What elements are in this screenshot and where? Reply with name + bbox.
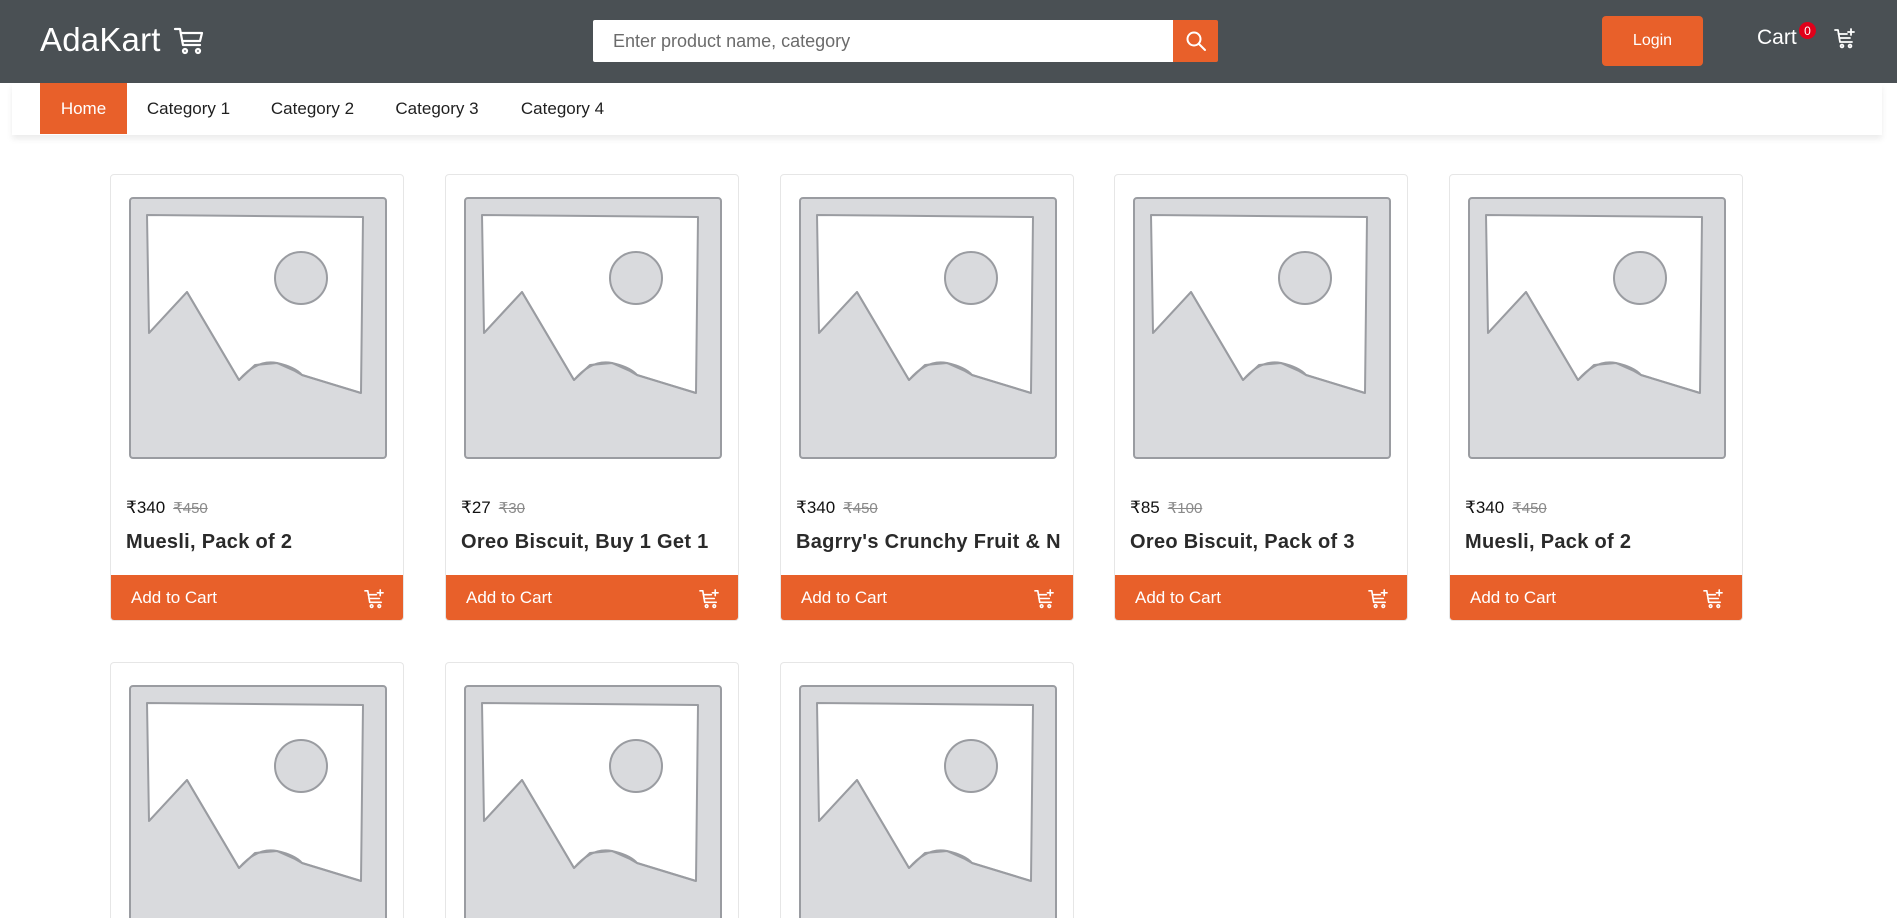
tab-category-2[interactable]: Category 2: [250, 83, 375, 134]
current-price: ₹340: [126, 498, 166, 517]
image-placeholder-icon: [1131, 195, 1393, 461]
original-price: ₹450: [1512, 500, 1547, 517]
product-card[interactable]: [445, 662, 739, 918]
product-price: ₹340 ₹450: [1465, 498, 1547, 518]
current-price: ₹340: [796, 498, 836, 517]
product-price: ₹340 ₹450: [126, 498, 208, 518]
image-placeholder-icon: [1466, 195, 1728, 461]
add-to-cart-label: Add to Cart: [801, 588, 887, 607]
current-price: ₹85: [1130, 498, 1160, 517]
tab-category-3[interactable]: Category 3: [375, 83, 499, 134]
add-to-cart-button[interactable]: Add to Cart: [111, 575, 403, 620]
add-to-cart-label: Add to Cart: [1470, 588, 1556, 607]
image-placeholder-icon: [797, 683, 1059, 918]
cart-button[interactable]: Cart 0: [1757, 22, 1856, 50]
tab-home[interactable]: Home: [40, 83, 127, 134]
image-placeholder-icon: [462, 195, 724, 461]
product-card[interactable]: ₹27 ₹30 Oreo Biscuit, Buy 1 Get 1 Add to …: [445, 174, 739, 621]
cart-plus-icon: [1368, 588, 1389, 609]
add-to-cart-button[interactable]: Add to Cart: [446, 575, 738, 620]
product-name[interactable]: Muesli, Pack of 2: [1465, 531, 1735, 554]
product-card[interactable]: [780, 662, 1074, 918]
search-bar: [593, 20, 1218, 62]
tab-category-1[interactable]: Category 1: [127, 83, 250, 134]
product-card[interactable]: ₹340 ₹450 Muesli, Pack of 2 Add to Cart: [110, 174, 404, 621]
product-name[interactable]: Oreo Biscuit, Pack of 3: [1130, 531, 1400, 554]
current-price: ₹27: [461, 498, 491, 517]
original-price: ₹450: [173, 500, 208, 517]
cart-plus-icon: [1703, 588, 1724, 609]
current-price: ₹340: [1465, 498, 1505, 517]
product-name[interactable]: Bagrry's Crunchy Fruit & N: [796, 531, 1066, 554]
tab-category-4[interactable]: Category 4: [499, 83, 626, 134]
original-price: ₹100: [1167, 500, 1203, 517]
top-header: AdaKart Login Cart 0: [0, 0, 1897, 83]
product-card[interactable]: ₹340 ₹450 Bagrry's Crunchy Fruit & N Add …: [780, 174, 1074, 621]
cart-count-badge: 0: [1799, 22, 1816, 39]
search-input[interactable]: [593, 20, 1173, 62]
add-to-cart-label: Add to Cart: [466, 588, 552, 607]
original-price: ₹450: [843, 500, 878, 517]
cart-label: Cart: [1757, 26, 1797, 49]
cart-plus-icon: [1833, 28, 1855, 49]
product-name[interactable]: Muesli, Pack of 2: [126, 531, 396, 554]
add-to-cart-label: Add to Cart: [131, 588, 217, 607]
product-card[interactable]: ₹340 ₹450 Muesli, Pack of 2 Add to Cart: [1449, 174, 1743, 621]
brand-name: AdaKart: [40, 21, 161, 58]
product-card[interactable]: [110, 662, 404, 918]
image-placeholder-icon: [127, 195, 389, 461]
product-name[interactable]: Oreo Biscuit, Buy 1 Get 1: [461, 531, 731, 554]
cart-plus-icon: [699, 588, 720, 609]
original-price: ₹30: [498, 500, 525, 517]
image-placeholder-icon: [127, 683, 389, 918]
brand-logo[interactable]: AdaKart: [40, 21, 205, 59]
category-nav: Home Category 1 Category 2 Category 3 Ca…: [12, 83, 1882, 135]
add-to-cart-button[interactable]: Add to Cart: [1115, 575, 1407, 620]
product-card[interactable]: ₹85 ₹100 Oreo Biscuit, Pack of 3 Add to C…: [1114, 174, 1408, 621]
search-icon: [1186, 31, 1206, 51]
image-placeholder-icon: [797, 195, 1059, 461]
add-to-cart-button[interactable]: Add to Cart: [1450, 575, 1742, 620]
product-price: ₹27 ₹30: [461, 498, 525, 518]
product-price: ₹340 ₹450: [796, 498, 878, 518]
image-placeholder-icon: [462, 683, 724, 918]
add-to-cart-button[interactable]: Add to Cart: [781, 575, 1073, 620]
cart-plus-icon: [364, 588, 385, 609]
search-button[interactable]: [1173, 20, 1218, 62]
login-button[interactable]: Login: [1602, 16, 1703, 66]
product-price: ₹85 ₹100: [1130, 498, 1202, 518]
cart-plus-icon: [1034, 588, 1055, 609]
add-to-cart-label: Add to Cart: [1135, 588, 1221, 607]
shopping-cart-icon: [173, 24, 205, 56]
